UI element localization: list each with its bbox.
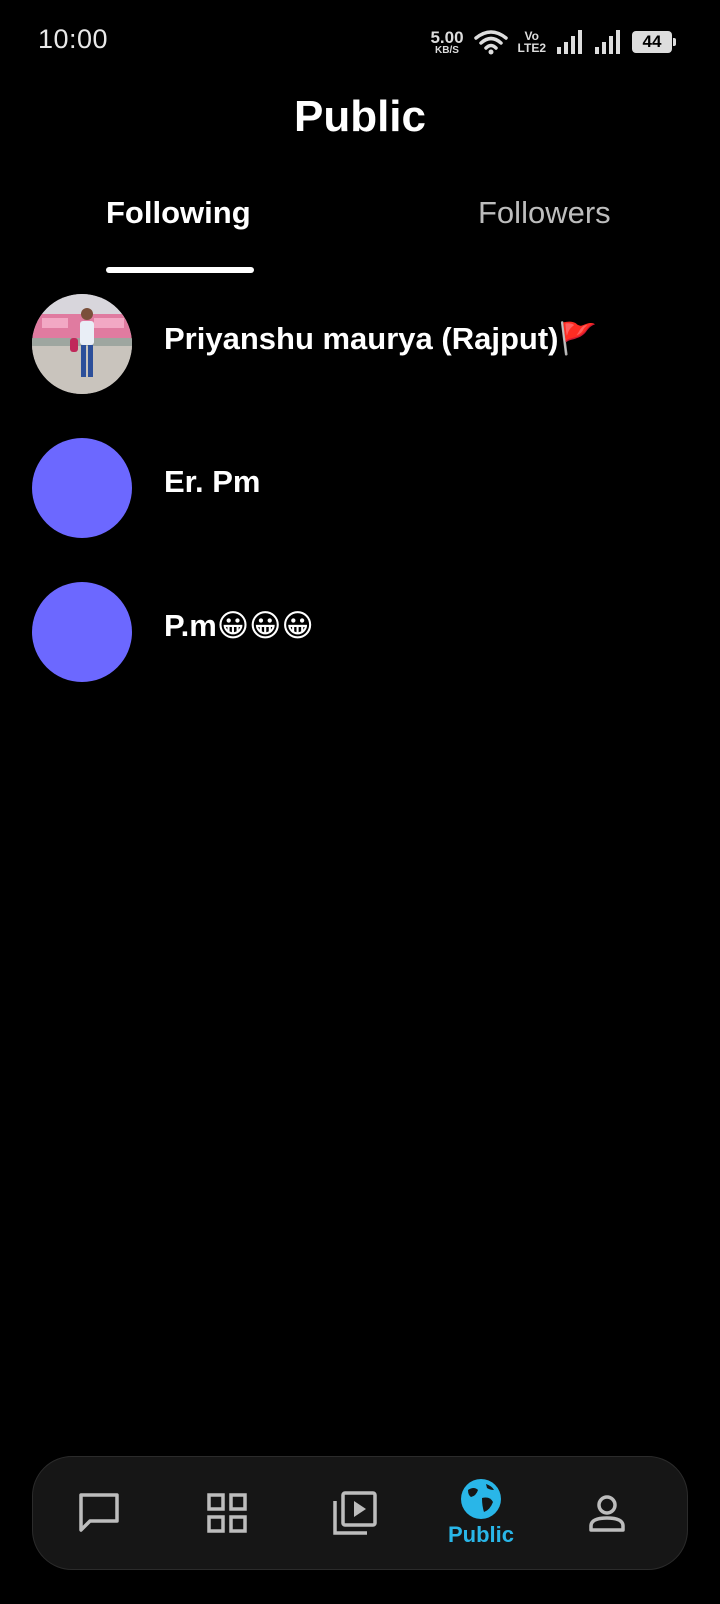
signal-icon: [556, 29, 584, 55]
person-icon: [587, 1493, 627, 1533]
globe-icon: [460, 1478, 502, 1520]
status-bar: 10:00 5.00 KB/S Vo LTE2 44: [0, 0, 720, 84]
following-list: Priyanshu maurya (Rajput)🚩 Er. Pm P.m😀😀😀: [0, 292, 720, 724]
volte-bottom: LTE2: [517, 41, 546, 55]
battery-level: 44: [642, 32, 662, 51]
signal-icon: [594, 29, 622, 55]
wifi-icon: [473, 29, 508, 55]
user-name: Priyanshu maurya (Rajput)🚩: [164, 321, 598, 356]
nav-chat[interactable]: [51, 1457, 147, 1569]
avatar: [32, 294, 132, 394]
grid-icon: [207, 1493, 247, 1533]
page-title: Public: [293, 92, 427, 141]
user-name: P.m😀😀😀: [164, 608, 314, 643]
tab-following[interactable]: Following: [106, 195, 251, 231]
nav-grid[interactable]: [179, 1457, 275, 1569]
battery-icon: 44: [632, 31, 676, 53]
avatar: [32, 438, 132, 538]
user-name: Er. Pm: [164, 464, 261, 499]
tab-followers[interactable]: Followers: [478, 195, 611, 231]
net-speed-value: 5.00: [430, 27, 464, 47]
nav-public-label: Public: [447, 1522, 514, 1547]
status-icons: 5.00 KB/S Vo LTE2 44: [430, 24, 676, 60]
chat-icon: [77, 1492, 121, 1534]
list-item[interactable]: Priyanshu maurya (Rajput)🚩: [0, 292, 720, 436]
list-item[interactable]: P.m😀😀😀: [0, 580, 720, 724]
public-screen: 10:00 5.00 KB/S Vo LTE2 44 Public Follow…: [0, 0, 720, 1604]
avatar: [32, 582, 132, 682]
net-speed: 5.00 KB/S: [430, 29, 463, 56]
active-tab-indicator: [106, 267, 254, 273]
video-library-icon: [333, 1491, 377, 1535]
nav-public[interactable]: Public: [433, 1457, 529, 1569]
tab-bar: Following Followers: [0, 195, 720, 273]
volte-indicator: Vo LTE2: [518, 30, 546, 54]
avatar-photo: [32, 294, 132, 394]
net-speed-unit: KB/S: [435, 44, 459, 56]
bottom-navigation: Public: [32, 1456, 688, 1570]
list-item[interactable]: Er. Pm: [0, 436, 720, 580]
nav-profile[interactable]: [559, 1457, 655, 1569]
nav-videos[interactable]: [307, 1457, 403, 1569]
status-time: 10:00: [38, 24, 109, 54]
